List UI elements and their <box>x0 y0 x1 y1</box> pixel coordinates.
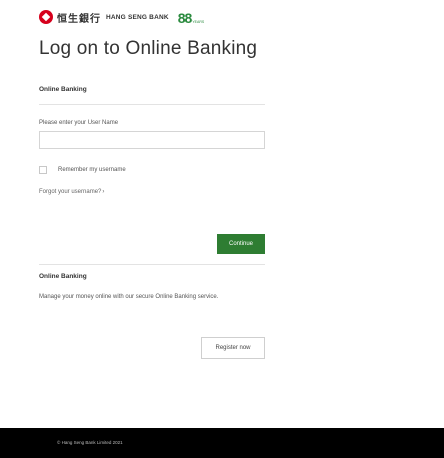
logo-english-name: HANG SENG BANK <box>106 13 169 21</box>
hang-seng-logo-icon <box>39 10 53 24</box>
anniversary-years: YEARS <box>192 20 205 24</box>
remember-username-checkbox[interactable] <box>39 166 47 174</box>
promo-divider <box>39 264 265 265</box>
forgot-username-link[interactable]: Forgot your username? › <box>39 189 104 195</box>
login-page: 恒生銀行 HANG SENG BANK 88 YEARS Log on to O… <box>0 0 444 458</box>
remember-username-label: Remember my username <box>58 167 126 173</box>
login-divider <box>39 104 265 105</box>
anniversary-number: 88 <box>177 10 193 26</box>
username-label: Please enter your User Name <box>39 120 119 126</box>
forgot-username-text: Forgot your username? <box>39 189 102 195</box>
page-title: Log on to Online Banking <box>39 38 258 59</box>
remember-username-row[interactable]: Remember my username <box>39 166 126 174</box>
username-input[interactable] <box>39 131 265 149</box>
promo-section-heading: Online Banking <box>39 273 87 280</box>
logo-chinese-name: 恒生銀行 <box>57 13 101 25</box>
login-section-heading: Online Banking <box>39 86 87 93</box>
chevron-right-icon: › <box>102 189 105 195</box>
footer: © Hang Seng Bank Limited 2021 <box>0 428 444 458</box>
register-now-button[interactable]: Register now <box>201 337 265 359</box>
promo-description: Manage your money online with our secure… <box>39 294 219 300</box>
copyright-text: © Hang Seng Bank Limited 2021 <box>57 440 123 445</box>
anniversary-logo: 88 YEARS <box>178 9 204 25</box>
continue-button[interactable]: Continue <box>217 234 265 254</box>
bank-logo[interactable]: 恒生銀行 HANG SENG BANK 88 YEARS <box>39 8 204 26</box>
